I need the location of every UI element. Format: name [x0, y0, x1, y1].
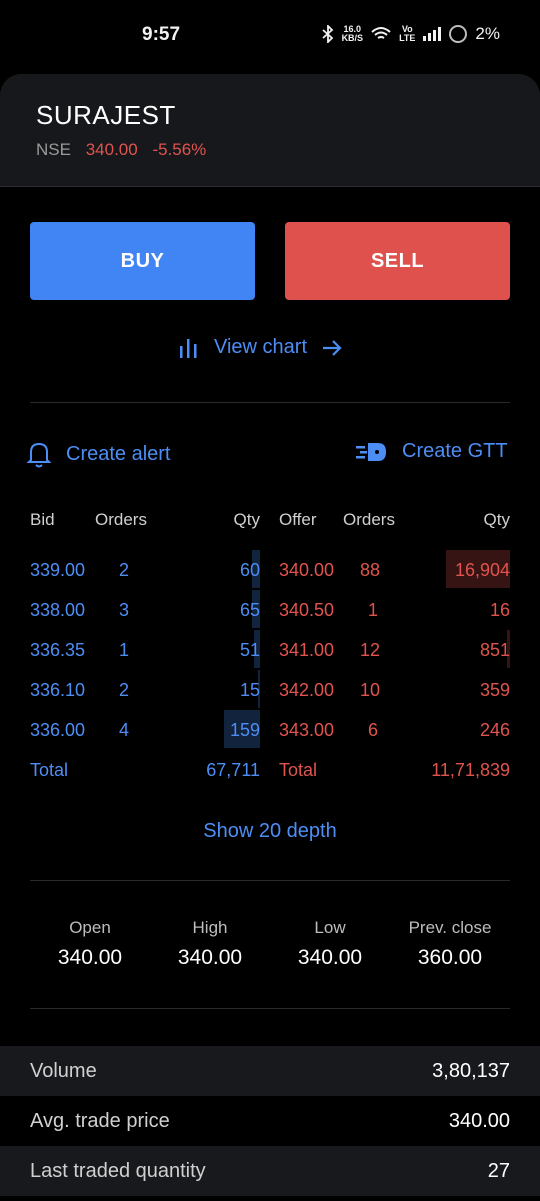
- bid-qty: 51: [239, 640, 260, 660]
- offer-header: Offer: [279, 510, 317, 529]
- view-chart-label: View chart: [214, 336, 308, 358]
- offer-total-label: Total: [279, 760, 318, 780]
- bid-qty-header: Qty: [233, 510, 260, 529]
- low-stat: Low 340.00: [270, 918, 390, 970]
- bid-qty: 65: [239, 600, 260, 620]
- offer-price: 340.50: [279, 600, 335, 620]
- exchange-label: NSE: [36, 140, 71, 159]
- battery-percent: 2%: [475, 24, 500, 43]
- offer-qty: 16,904: [454, 560, 510, 580]
- bid-price: 336.35: [30, 640, 86, 660]
- offer-qty: 359: [479, 680, 510, 700]
- offer-qty-header: Qty: [483, 510, 510, 529]
- low-label: Low: [314, 918, 346, 937]
- last-price: 340.00: [85, 140, 138, 159]
- bluetooth-icon: [321, 25, 333, 43]
- depth-total-row: Total 67,711 Total 11,71,839: [30, 750, 510, 790]
- arrow-right-icon: [323, 339, 342, 356]
- create-alert-label: Create alert: [66, 442, 171, 465]
- instrument-header: SURAJEST NSE 340.00 -5.56%: [0, 74, 540, 187]
- network-speed: 16.0 KB/S: [341, 24, 364, 43]
- offer-qty: 851: [479, 640, 510, 660]
- offer-qty: 16: [489, 600, 510, 620]
- bid-qty: 60: [239, 560, 260, 580]
- depth-row: 336.00 4 159 343.00 6 246: [30, 710, 510, 750]
- buy-button[interactable]: BUY: [30, 222, 255, 300]
- offer-orders: 6: [368, 720, 379, 740]
- status-icons: 16.0 KB/S Vo LTE 2%: [321, 24, 500, 44]
- instrument-symbol: SURAJEST: [36, 100, 176, 130]
- offer-price: 340.00: [279, 560, 335, 580]
- bid-price: 336.10: [30, 680, 86, 700]
- bid-orders: 1: [119, 640, 130, 660]
- prev-close-label: Prev. close: [408, 918, 492, 937]
- high-value: 340.00: [177, 946, 243, 969]
- offer-orders: 10: [360, 680, 381, 700]
- bid-price: 336.00: [30, 720, 86, 740]
- volume-label: Volume: [30, 1059, 97, 1082]
- low-value: 340.00: [297, 946, 363, 969]
- create-gtt-button[interactable]: Create GTT: [356, 440, 508, 463]
- battery-icon: [449, 25, 468, 43]
- volume-row: Volume 3,80,137: [0, 1046, 540, 1096]
- offer-orders-header: Orders: [343, 510, 395, 529]
- bid-qty: 15: [239, 680, 260, 700]
- bar-chart-icon: [180, 338, 197, 358]
- last-qty-label: Last traded quantity: [30, 1159, 206, 1182]
- divider: [30, 1008, 510, 1009]
- bell-icon: [26, 442, 52, 468]
- depth-row: 336.10 2 15 342.00 10 359: [30, 670, 510, 710]
- offer-orders: 88: [360, 560, 381, 580]
- create-gtt-label: Create GTT: [402, 440, 508, 462]
- bid-total: 67,711: [206, 760, 260, 780]
- last-qty-value: 27: [487, 1159, 510, 1182]
- signal-icon: [423, 27, 442, 41]
- bid-orders: 4: [119, 720, 130, 740]
- prev-close-value: 360.00: [417, 946, 483, 969]
- create-alert-button[interactable]: Create alert: [26, 440, 171, 468]
- offer-total: 11,71,839: [431, 760, 510, 780]
- bid-orders: 2: [119, 560, 130, 580]
- bid-orders: 2: [119, 680, 130, 700]
- bid-price: 339.00: [30, 560, 86, 580]
- show-20-depth-button[interactable]: Show 20 depth: [0, 820, 540, 843]
- status-bar: 9:57 16.0 KB/S Vo LTE 2%: [0, 0, 540, 72]
- volte-badge: Vo LTE: [399, 24, 416, 43]
- bid-header: Bid: [30, 510, 55, 529]
- divider: [30, 880, 510, 881]
- bid-orders-header: Orders: [95, 510, 147, 529]
- view-chart-link[interactable]: View chart: [178, 336, 343, 359]
- avg-price-label: Avg. trade price: [30, 1109, 170, 1132]
- avg-price-row: Avg. trade price 340.00: [0, 1096, 540, 1146]
- bid-qty: 159: [229, 720, 260, 740]
- offer-orders: 12: [360, 640, 381, 660]
- offer-price: 342.00: [279, 680, 335, 700]
- bid-total-label: Total: [30, 760, 69, 780]
- volume-value: 3,80,137: [432, 1059, 510, 1082]
- high-stat: High 340.00: [150, 918, 270, 970]
- open-label: Open: [69, 918, 111, 937]
- open-stat: Open 340.00: [30, 918, 150, 970]
- depth-row: 338.00 3 65 340.50 1 16: [30, 590, 510, 630]
- wifi-icon: [371, 27, 391, 39]
- instrument-quote: NSE 340.00 -5.56%: [36, 140, 206, 160]
- last-qty-row: Last traded quantity 27: [0, 1146, 540, 1196]
- open-value: 340.00: [57, 946, 123, 969]
- bid-orders: 3: [119, 600, 130, 620]
- status-time: 9:57: [142, 24, 181, 45]
- high-label: High: [192, 918, 228, 937]
- depth-row: 336.35 1 51 341.00 12 851: [30, 630, 510, 670]
- bid-price: 338.00: [30, 600, 86, 620]
- divider: [30, 402, 510, 403]
- offer-orders: 1: [368, 600, 379, 620]
- sell-button[interactable]: SELL: [285, 222, 510, 300]
- offer-price: 341.00: [279, 640, 335, 660]
- gtt-icon: [356, 442, 386, 461]
- offer-qty: 246: [479, 720, 510, 740]
- depth-row: 339.00 2 60 340.00 88 16,904: [30, 550, 510, 590]
- price-change: -5.56%: [152, 140, 207, 159]
- avg-price-value: 340.00: [448, 1109, 510, 1132]
- prev-close-stat: Prev. close 360.00: [390, 918, 510, 970]
- offer-price: 343.00: [279, 720, 335, 740]
